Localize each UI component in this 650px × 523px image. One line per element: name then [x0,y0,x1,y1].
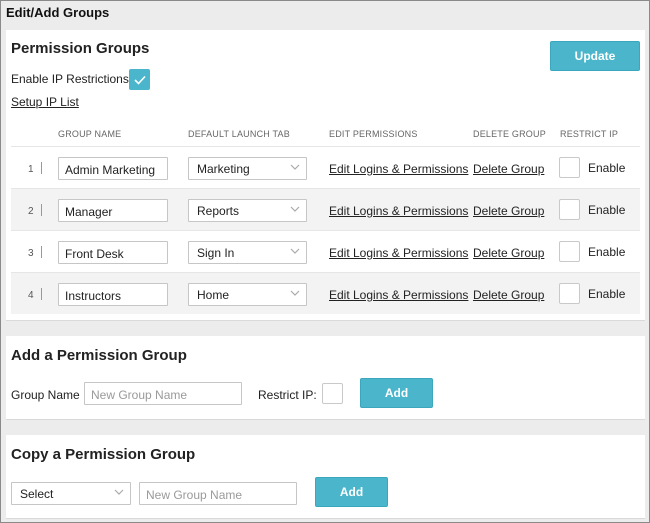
source-group-value: Select [20,487,54,501]
restrict-ip-label: Restrict IP: [258,388,317,402]
row-divider [41,162,42,174]
row-number: 3 [28,248,34,259]
group-name-input[interactable]: Front Desk [58,241,168,264]
restrict-ip-checkbox[interactable] [559,283,580,304]
launch-tab-value: Reports [197,204,240,218]
groups-table: GROUP NAME DEFAULT LAUNCH TAB EDIT PERMI… [11,119,640,315]
column-header: EDIT PERMISSIONS [329,129,418,139]
edit-permissions-link[interactable]: Edit Logins & Permissions [329,162,468,176]
column-header: DEFAULT LAUNCH TAB [188,129,290,139]
restrict-ip-checkbox[interactable] [559,157,580,178]
window-frame: Edit/Add Groups Permission Groups Update… [0,0,650,523]
copy-group-panel: Copy a Permission Group Select New Group… [6,435,645,519]
chevron-down-icon [290,164,300,170]
ip-restrictions-label: Enable IP Restrictions [11,72,129,86]
table-row: 2 Manager Reports Edit Logins & Permissi… [11,188,640,230]
update-button[interactable]: Update [550,41,640,71]
launch-tab-value: Home [197,288,230,302]
table-row: 3 Front Desk Sign In Edit Logins & Permi… [11,230,640,272]
window-title: Edit/Add Groups [6,5,110,20]
edit-permissions-link[interactable]: Edit Logins & Permissions [329,246,468,260]
restrict-ip-checkbox[interactable] [322,383,343,404]
delete-group-link[interactable]: Delete Group [473,204,544,218]
group-name-input[interactable]: Admin Marketing [58,157,168,180]
enable-label: Enable [588,245,626,259]
chevron-down-icon [290,206,300,212]
edit-permissions-link[interactable]: Edit Logins & Permissions [329,204,468,218]
delete-group-link[interactable]: Delete Group [473,246,544,260]
edit-permissions-link[interactable]: Edit Logins & Permissions [329,288,468,302]
copy-group-add-button[interactable]: Add [315,477,388,507]
panel-heading: Add a Permission Group [11,347,187,364]
column-header: DELETE GROUP [473,129,546,139]
restrict-ip-checkbox[interactable] [559,241,580,262]
restrict-ip-checkbox[interactable] [559,199,580,220]
row-number: 1 [28,164,34,175]
enable-label: Enable [588,287,626,301]
enable-label: Enable [588,203,626,217]
launch-tab-select[interactable]: Home [188,283,307,306]
chevron-down-icon [290,248,300,254]
row-divider [41,204,42,216]
delete-group-link[interactable]: Delete Group [473,162,544,176]
chevron-down-icon [114,489,124,495]
ip-restrictions-checkbox[interactable] [129,69,150,90]
enable-label: Enable [588,161,626,175]
group-name-label: Group Name [11,388,80,402]
table-row: 1 Admin Marketing Marketing Edit Logins … [11,146,640,188]
source-group-select[interactable]: Select [11,482,131,505]
add-group-panel: Add a Permission Group Group Name New Gr… [6,336,645,420]
permission-groups-panel: Permission Groups Update Enable IP Restr… [6,30,645,321]
launch-tab-select[interactable]: Reports [188,199,307,222]
table-row: 4 Instructors Home Edit Logins & Permiss… [11,272,640,314]
add-group-button[interactable]: Add [360,378,433,408]
panel-heading: Permission Groups [11,40,150,57]
row-divider [41,246,42,258]
row-divider [41,288,42,300]
group-name-input[interactable]: Manager [58,199,168,222]
copy-group-name-input[interactable]: New Group Name [139,482,297,505]
delete-group-link[interactable]: Delete Group [473,288,544,302]
launch-tab-select[interactable]: Sign In [188,241,307,264]
setup-ip-list-link[interactable]: Setup IP List [11,95,79,109]
chevron-down-icon [290,290,300,296]
row-number: 2 [28,206,34,217]
column-header: GROUP NAME [58,129,122,139]
launch-tab-select[interactable]: Marketing [188,157,307,180]
launch-tab-value: Sign In [197,246,235,260]
group-name-input[interactable]: Instructors [58,283,168,306]
check-icon [133,75,146,85]
row-number: 4 [28,290,34,301]
panel-heading: Copy a Permission Group [11,446,196,463]
column-header: RESTRICT IP [560,129,619,139]
new-group-name-input[interactable]: New Group Name [84,382,242,405]
launch-tab-value: Marketing [197,162,250,176]
